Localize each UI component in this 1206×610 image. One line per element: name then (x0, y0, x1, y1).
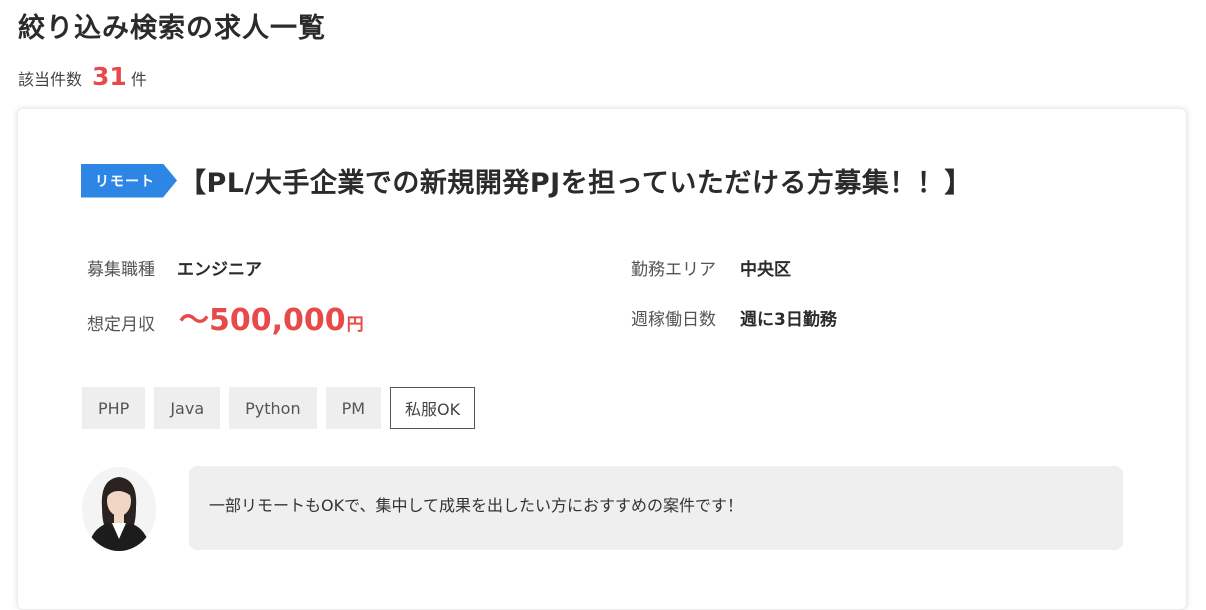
job-type-value: エンジニア (177, 260, 262, 280)
salary-value: 〜500,000 (179, 303, 346, 338)
job-title-link[interactable]: 【PL/大手企業での新規開発PJを担っていただける方募集！！】 (179, 161, 972, 200)
area-info: 勤務エリア 中央区 (631, 255, 791, 280)
job-type-info: 募集職種 エンジニア (87, 255, 262, 280)
tag-casual-dress: 私服OK (390, 387, 476, 429)
result-count-unit: 件 (130, 70, 147, 89)
page-title: 絞り込み検索の求人一覧 (18, 13, 326, 44)
work-days-label: 週稼働日数 (631, 310, 716, 330)
tag-python: Python (229, 387, 317, 429)
result-count-number: 31 (92, 62, 127, 91)
salary-info: 想定月収 〜500,000 円 (87, 295, 364, 339)
tag-pm: PM (325, 387, 382, 429)
recruiter-comment-text: 一部リモートもOKで、集中して成果を出したい方におすすめの案件です！ (209, 496, 743, 515)
work-days-info: 週稼働日数 週に3日勤務 (631, 305, 837, 330)
recruiter-avatar (82, 467, 156, 551)
job-title-row[interactable]: リモート 【PL/大手企業での新規開発PJを担っていただける方募集！！】 (81, 161, 972, 200)
salary-unit: 円 (346, 315, 364, 335)
area-label: 勤務エリア (631, 260, 716, 280)
job-type-label: 募集職種 (87, 260, 155, 280)
remote-badge: リモート (81, 164, 177, 198)
tag-php: PHP (82, 387, 146, 429)
area-value: 中央区 (740, 260, 791, 280)
salary-label: 想定月収 (87, 315, 155, 335)
recruiter-avatar-image (82, 467, 156, 551)
tag-list: PHP Java Python PM 私服OK (82, 387, 476, 429)
result-count-label: 該当件数 (18, 70, 83, 89)
job-card[interactable]: リモート 【PL/大手企業での新規開発PJを担っていただける方募集！！】 募集職… (17, 108, 1187, 610)
work-days-value: 週に3日勤務 (740, 310, 837, 330)
result-count: 該当件数 31 件 (18, 62, 147, 91)
recruiter-comment: 一部リモートもOKで、集中して成果を出したい方におすすめの案件です！ (189, 466, 1123, 550)
tag-java: Java (154, 387, 221, 429)
